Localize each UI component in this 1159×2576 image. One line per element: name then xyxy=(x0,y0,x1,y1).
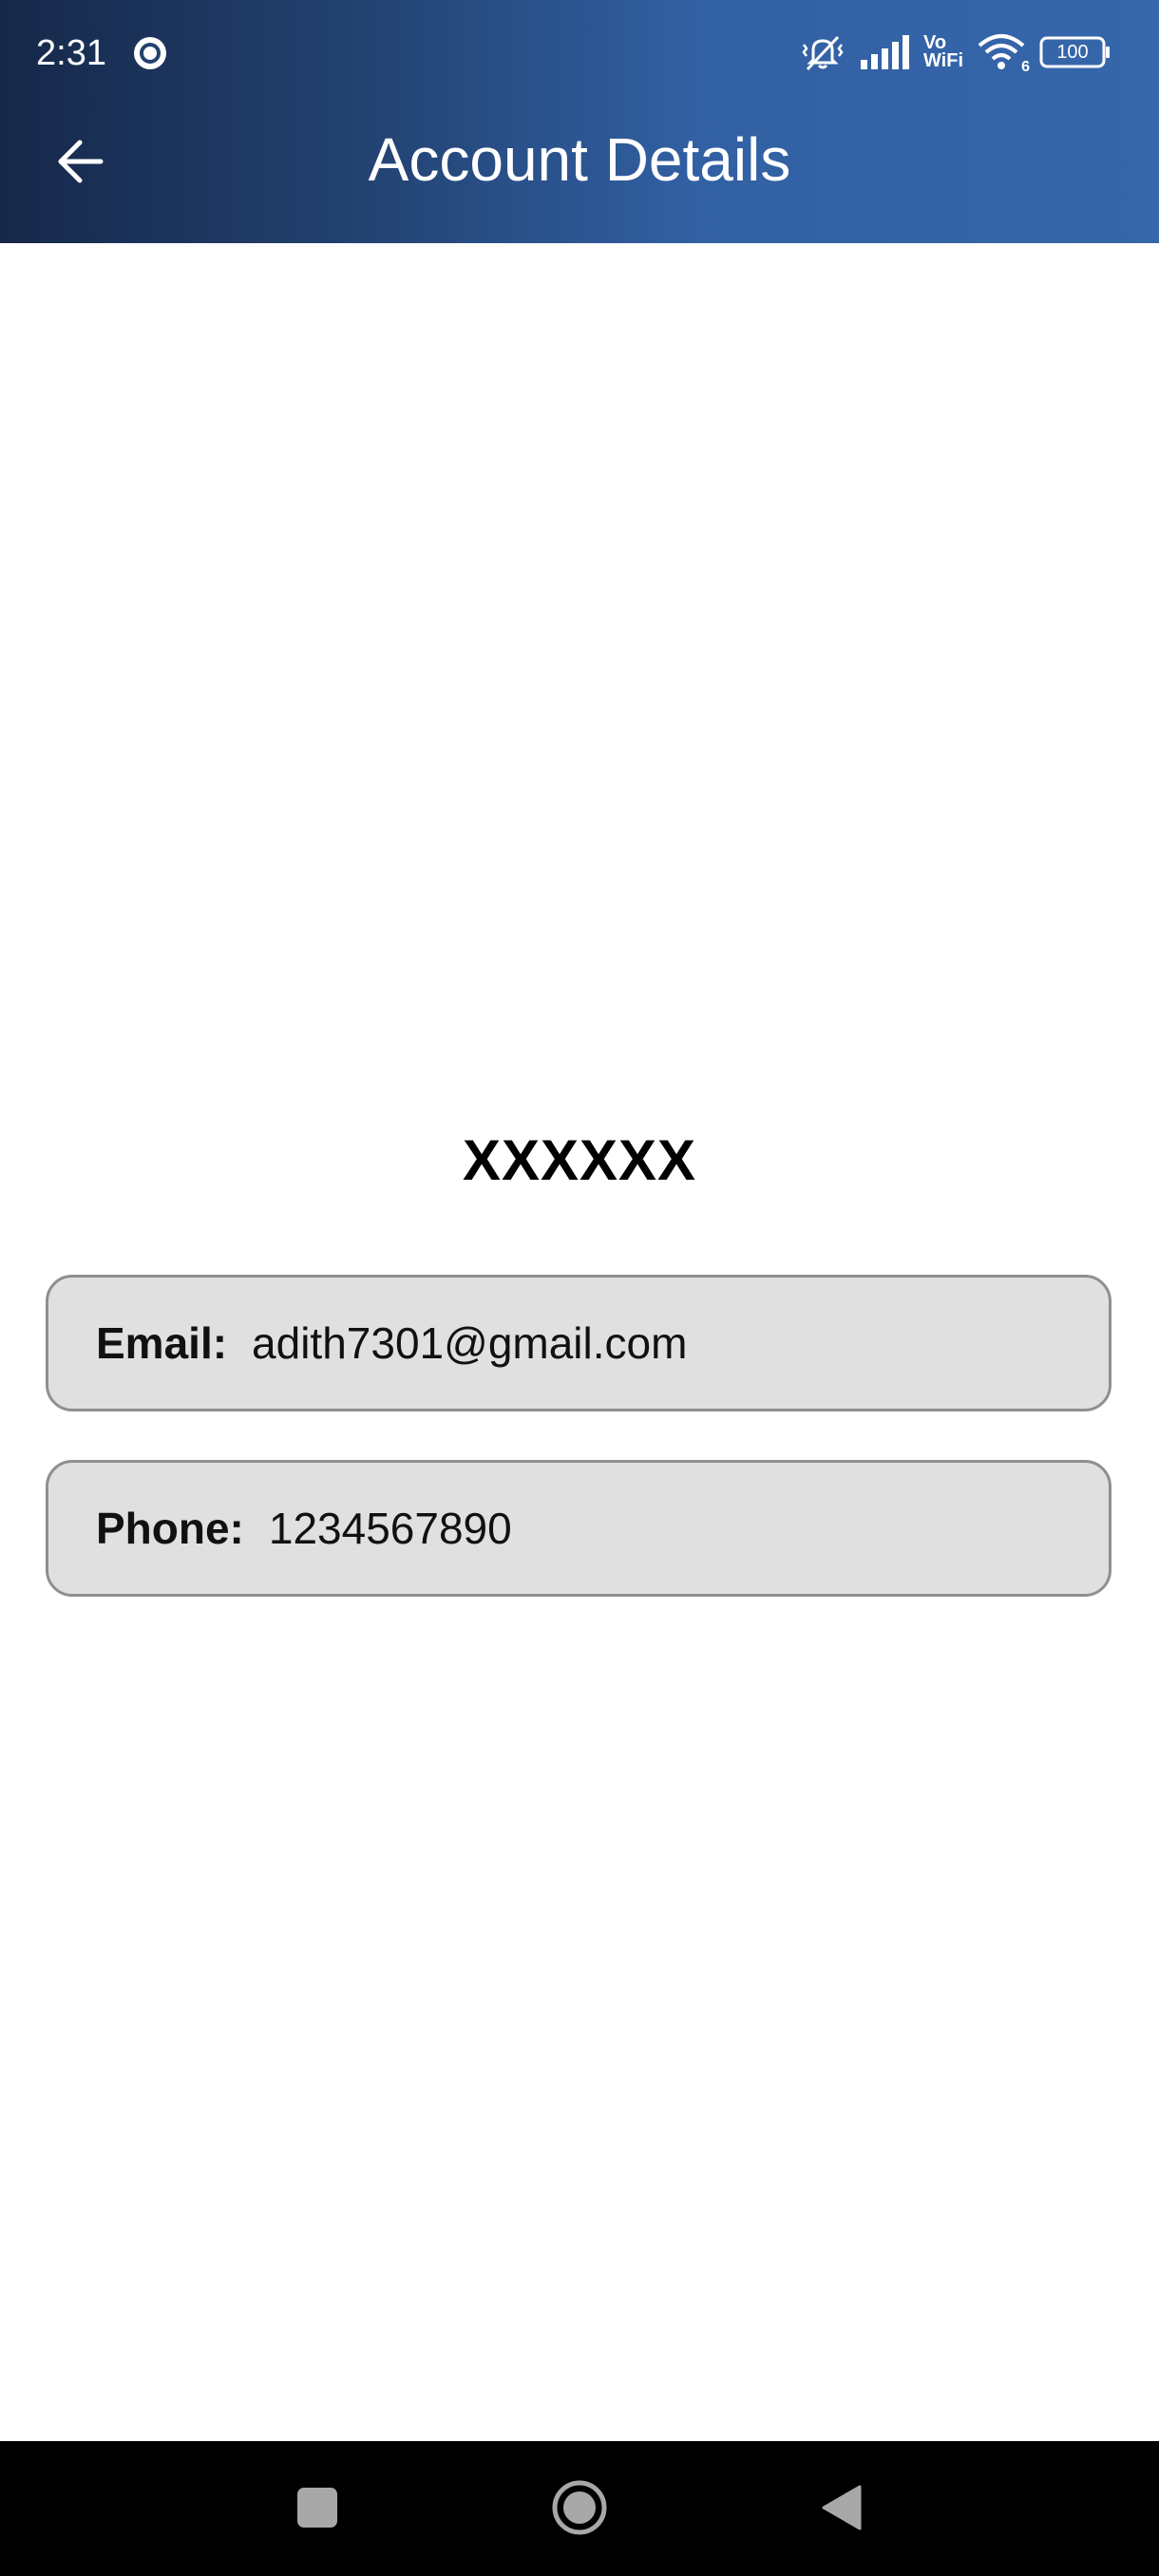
account-name: XXXXXX xyxy=(462,1128,697,1192)
battery-icon: 100 xyxy=(1039,36,1112,68)
phone-value: 1234567890 xyxy=(268,1504,512,1553)
vowifi-bottom: WiFi xyxy=(922,50,963,71)
home-circle-icon xyxy=(552,2480,607,2535)
wifi-badge: 6 xyxy=(1021,59,1030,75)
email-field: Email: adith7301@gmail.com xyxy=(46,1275,1112,1411)
phone-field: Phone: 1234567890 xyxy=(46,1460,1112,1597)
status-icons: Vo WiFi 6 100 xyxy=(800,28,1112,76)
mute-vibrate-icon xyxy=(800,31,846,73)
email-value: adith7301@gmail.com xyxy=(252,1318,688,1368)
nav-back-button[interactable] xyxy=(794,2460,889,2555)
recents-button[interactable] xyxy=(270,2460,365,2555)
screen-record-icon xyxy=(131,34,169,72)
phone-label: Phone: xyxy=(96,1504,244,1553)
cell-signal-icon xyxy=(859,33,910,71)
page-title: Account Details xyxy=(368,125,791,194)
home-button[interactable] xyxy=(532,2460,627,2555)
system-nav-bar xyxy=(0,2441,1159,2576)
recents-square-icon xyxy=(297,2488,337,2528)
email-label: Email: xyxy=(96,1318,228,1368)
status-time: 2:31 xyxy=(36,33,106,73)
wifi-icon: 6 xyxy=(977,32,1030,75)
app-header: 2:31 Vo WiFi 6 100 Account Details xyxy=(0,0,1159,243)
back-triangle-icon xyxy=(822,2485,862,2530)
battery-level: 100 xyxy=(1056,42,1089,63)
vowifi-indicator: Vo WiFi xyxy=(922,33,963,71)
